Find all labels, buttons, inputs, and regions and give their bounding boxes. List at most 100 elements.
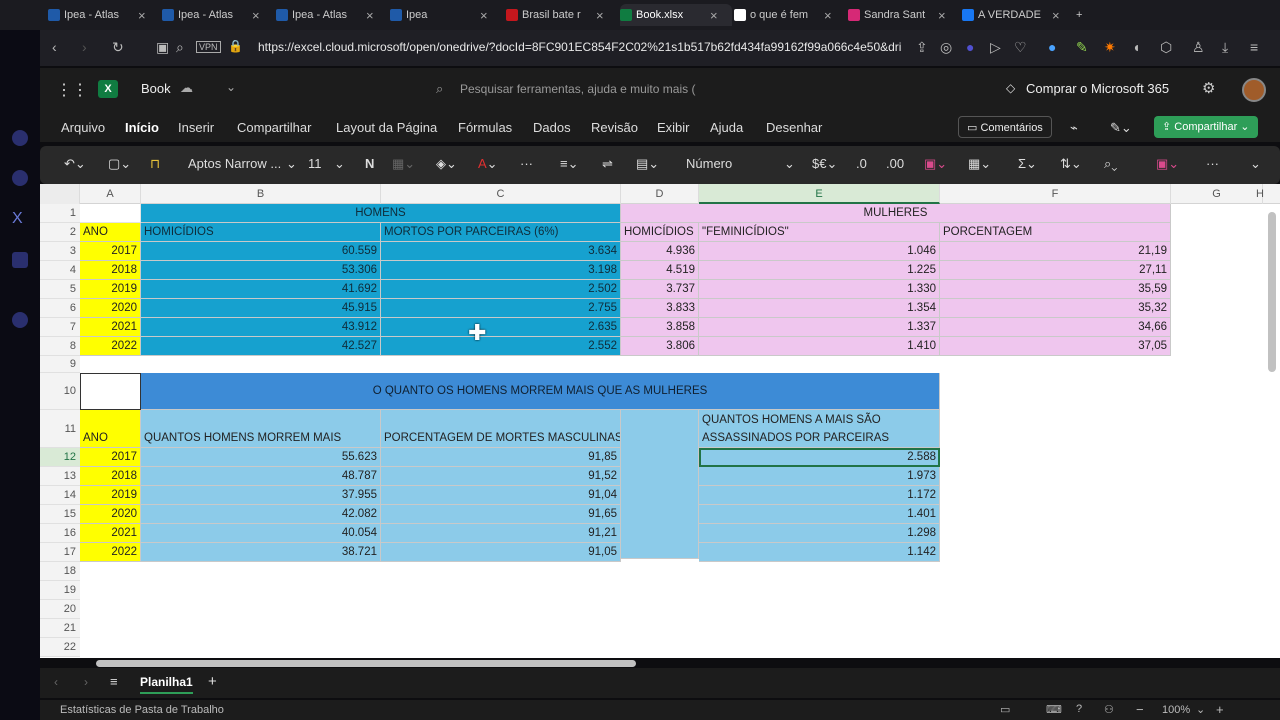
- ano-cell[interactable]: 2021: [80, 318, 141, 337]
- header-mortos-por-parceiras[interactable]: MORTOS POR PARCEIRAS (6%): [381, 223, 621, 242]
- porcentagem-mortes-masculinas-cell[interactable]: 91,52: [381, 467, 621, 486]
- browser-tab[interactable]: Sandra Sant ×: [848, 4, 960, 26]
- extension-icon[interactable]: ●: [1048, 39, 1056, 55]
- homens-a-mais-por-parceiras-cell[interactable]: 1.142: [699, 543, 940, 562]
- vertical-scrollbar[interactable]: [1268, 212, 1276, 372]
- add-sheet-button[interactable]: +: [208, 673, 217, 690]
- feminicidios-cell[interactable]: 1.225: [699, 261, 940, 280]
- ano-cell[interactable]: 2022: [80, 337, 141, 356]
- feminicidios-cell[interactable]: 1.330: [699, 280, 940, 299]
- porcentagem-cell[interactable]: 37,05: [940, 337, 1171, 356]
- row-header[interactable]: 9: [40, 356, 80, 373]
- row-header[interactable]: 7: [40, 318, 80, 337]
- mortos-parceiras-cell[interactable]: 2.755: [381, 299, 621, 318]
- cube-icon[interactable]: ⬡: [1160, 39, 1172, 56]
- undo-icon[interactable]: ↶⌄: [64, 156, 86, 172]
- row-header[interactable]: 5: [40, 280, 80, 299]
- more-options-icon[interactable]: ···: [1206, 156, 1219, 171]
- new-tab-button[interactable]: +: [1076, 4, 1082, 26]
- homicidios-mulheres-cell[interactable]: 3.806: [621, 337, 699, 356]
- spacer-column-d[interactable]: [621, 410, 699, 559]
- zoom-out-button[interactable]: −: [1136, 702, 1144, 717]
- spreadsheet-grid[interactable]: A B C D E F G H 1 2 3 4 5 6 7 8 9 10 11 12 13 14 15 16 1…: [40, 184, 1280, 658]
- format-table-icon[interactable]: ▦⌄: [968, 156, 991, 172]
- ano-cell[interactable]: 2019: [80, 280, 141, 299]
- column-header-e[interactable]: E: [699, 184, 940, 204]
- chevron-down-icon[interactable]: ⌄: [286, 156, 297, 172]
- mortos-parceiras-cell[interactable]: 3.198: [381, 261, 621, 280]
- header-ano-2[interactable]: ANO: [80, 410, 141, 448]
- row-header[interactable]: 18: [40, 562, 80, 581]
- homens-a-mais-por-parceiras-cell[interactable]: 1.172: [699, 486, 940, 505]
- row-header[interactable]: 17: [40, 543, 80, 562]
- feminicidios-cell[interactable]: 1.354: [699, 299, 940, 318]
- chevron-down-icon[interactable]: ⌄: [334, 156, 345, 172]
- chevron-down-icon[interactable]: ⌄: [1196, 703, 1205, 716]
- header-porcentagem-mortes-masculinas[interactable]: PORCENTAGEM DE MORTES MASCULINAS: [381, 410, 621, 448]
- cell-a1[interactable]: [80, 204, 141, 223]
- feminicidios-cell[interactable]: 1.046: [699, 242, 940, 261]
- add-ins-icon[interactable]: ▣⌄: [1156, 156, 1179, 172]
- homicidios-homens-cell[interactable]: 45.915: [141, 299, 381, 318]
- ano-cell[interactable]: 2021: [80, 524, 141, 543]
- homicidios-homens-cell[interactable]: 60.559: [141, 242, 381, 261]
- tab-compartilhar[interactable]: Compartilhar: [237, 120, 311, 135]
- browser-tab[interactable]: o que é fem ×: [734, 4, 846, 26]
- quantos-homens-morrem-mais-cell[interactable]: 37.955: [141, 486, 381, 505]
- sidebar-app-icon[interactable]: [12, 170, 28, 186]
- browser-tab[interactable]: A VERDADE ×: [962, 4, 1074, 26]
- porcentagem-cell[interactable]: 35,32: [940, 299, 1171, 318]
- row-header[interactable]: 19: [40, 581, 80, 600]
- row-header[interactable]: 2: [40, 223, 80, 242]
- sidebar-app-icon[interactable]: [12, 312, 28, 328]
- ano-cell[interactable]: 2017: [80, 448, 141, 467]
- row-header[interactable]: 16: [40, 524, 80, 543]
- profile-icon[interactable]: ♙: [1192, 39, 1205, 56]
- homicidios-mulheres-cell[interactable]: 3.737: [621, 280, 699, 299]
- workbook-statistics[interactable]: Estatísticas de Pasta de Trabalho: [60, 704, 224, 716]
- increase-decimal-icon[interactable]: .00: [886, 156, 904, 171]
- download-icon[interactable]: ⤓: [1222, 39, 1228, 56]
- column-header-c[interactable]: C: [381, 184, 621, 204]
- ano-cell[interactable]: 2019: [80, 486, 141, 505]
- reload-icon[interactable]: ↻: [112, 39, 124, 56]
- close-icon[interactable]: ×: [596, 8, 604, 23]
- header-quantos-homens-morrem-mais[interactable]: QUANTOS HOMENS MORREM MAIS: [141, 410, 381, 448]
- tab-dados[interactable]: Dados: [533, 120, 571, 135]
- camera-icon[interactable]: ◎: [940, 39, 952, 56]
- share-button[interactable]: ⇪ Compartilhar ⌄: [1154, 116, 1258, 138]
- horizontal-scrollbar[interactable]: [96, 660, 636, 667]
- zoom-level[interactable]: 100%: [1162, 704, 1190, 716]
- row-header[interactable]: 14: [40, 486, 80, 505]
- table2-title[interactable]: O QUANTO OS HOMENS MORREM MAIS QUE AS MU…: [141, 373, 940, 410]
- quantos-homens-morrem-mais-cell[interactable]: 38.721: [141, 543, 381, 562]
- header-homicidios-mulheres[interactable]: HOMICÍDIOS: [621, 223, 699, 242]
- help-icon[interactable]: ?: [1076, 703, 1082, 715]
- row-header[interactable]: 10: [40, 373, 80, 410]
- row-header[interactable]: 8: [40, 337, 80, 356]
- edit-mode-icon[interactable]: ✎⌄: [1110, 120, 1132, 136]
- column-header-d[interactable]: D: [621, 184, 699, 204]
- browser-tab[interactable]: Ipea ×: [390, 4, 502, 26]
- borders-icon[interactable]: ▦⌄: [392, 156, 415, 172]
- porcentagem-cell[interactable]: 21,19: [940, 242, 1171, 261]
- merge-icon[interactable]: ▤⌄: [636, 156, 659, 172]
- mortos-parceiras-cell[interactable]: 3.634: [381, 242, 621, 261]
- ano-cell[interactable]: 2020: [80, 299, 141, 318]
- homicidios-mulheres-cell[interactable]: 3.858: [621, 318, 699, 337]
- close-icon[interactable]: ×: [710, 8, 718, 23]
- more-icon[interactable]: ···: [520, 156, 533, 171]
- search-input[interactable]: Pesquisar ferramentas, ajuda e muito mai…: [460, 82, 695, 96]
- audio-icon[interactable]: ◖: [1132, 39, 1140, 55]
- clipboard-icon[interactable]: ▣: [156, 39, 169, 56]
- browser-tab[interactable]: Brasil bate r ×: [506, 4, 618, 26]
- homicidios-homens-cell[interactable]: 53.306: [141, 261, 381, 280]
- tab-inserir[interactable]: Inserir: [178, 120, 214, 135]
- extension-icon[interactable]: ✎: [1076, 39, 1088, 56]
- ano-cell[interactable]: 2017: [80, 242, 141, 261]
- find-icon[interactable]: ⌕⌄: [1104, 156, 1117, 172]
- app-launcher-icon[interactable]: ⋮⋮: [56, 80, 88, 100]
- format-painter-icon[interactable]: ⊓: [150, 156, 160, 172]
- mulheres-header[interactable]: MULHERES: [621, 204, 1171, 223]
- font-color-icon[interactable]: A⌄: [478, 156, 498, 172]
